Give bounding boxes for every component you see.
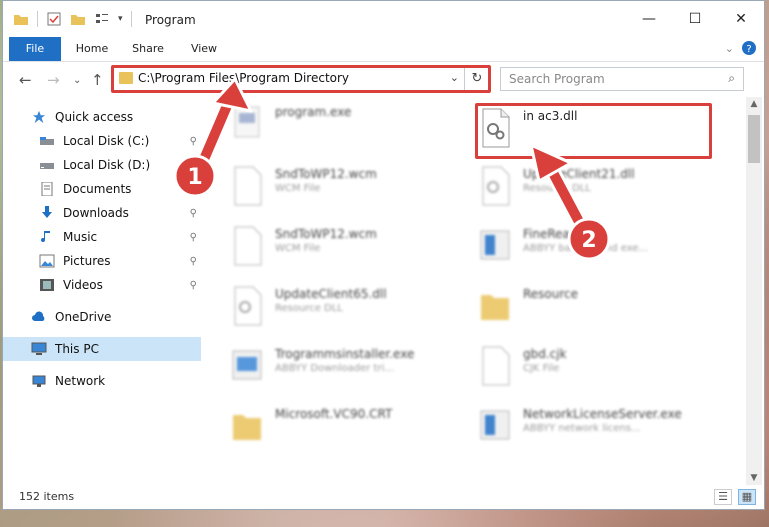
step-number: 1 — [187, 165, 202, 190]
arrow-1 — [191, 77, 253, 179]
badge-2: 2 — [567, 217, 611, 261]
arrow-2 — [529, 143, 593, 241]
annotation-overlay: 1 2 — [173, 77, 611, 261]
explorer-window: ▾ Program — ☐ ✕ File Home Share View ⌄ ?… — [2, 0, 765, 510]
step-number: 2 — [581, 228, 596, 253]
badge-1: 1 — [173, 154, 217, 198]
